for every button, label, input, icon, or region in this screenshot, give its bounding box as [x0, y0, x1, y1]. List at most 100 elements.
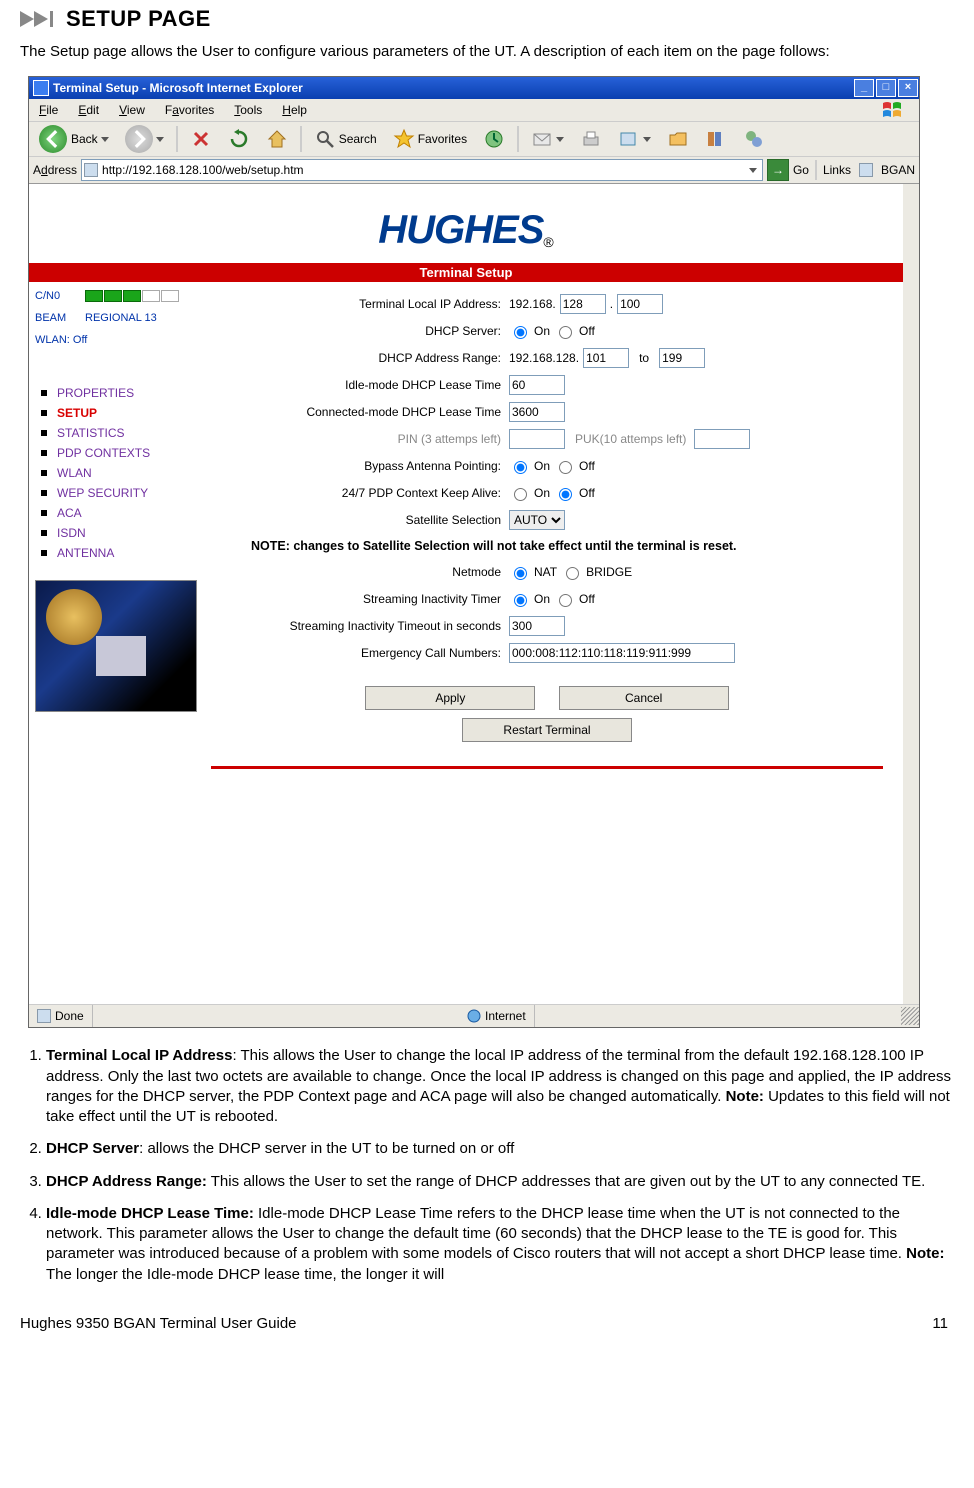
dhcp-label: DHCP Server: — [211, 324, 509, 338]
menu-view[interactable]: View — [109, 103, 155, 117]
forward-button[interactable] — [119, 123, 170, 155]
bridge-radio[interactable] — [566, 567, 579, 580]
maximize-button[interactable]: □ — [876, 79, 896, 97]
stimeout-input[interactable] — [509, 616, 565, 636]
ecn-input[interactable] — [509, 643, 735, 663]
chevron-down-icon — [643, 137, 651, 142]
menu-tools[interactable]: Tools — [224, 103, 272, 117]
footer-title: Hughes 9350 BGAN Terminal User Guide — [20, 1315, 297, 1332]
pin-label: PIN (3 attemps left) — [211, 432, 509, 446]
page-icon — [859, 163, 873, 177]
keep-off-radio[interactable] — [559, 488, 572, 501]
form-area: Terminal Local IP Address: 192.168.. DHC… — [211, 282, 903, 775]
favorites-button[interactable]: Favorites — [387, 126, 473, 152]
back-button[interactable]: Back — [33, 123, 115, 155]
research-button[interactable] — [699, 126, 733, 152]
puk-label: PUK(10 attemps left) — [575, 432, 686, 446]
sat-label: Satellite Selection — [211, 513, 509, 527]
search-button[interactable]: Search — [308, 126, 383, 152]
netmode-label: Netmode — [211, 565, 509, 579]
mail-button[interactable] — [525, 126, 570, 152]
history-button[interactable] — [477, 126, 511, 152]
bypass-on-radio[interactable] — [514, 461, 527, 474]
address-label: Address — [33, 163, 77, 177]
stimeout-label: Streaming Inactivity Timeout in seconds — [211, 619, 509, 633]
go-label: Go — [793, 163, 809, 177]
nat-radio[interactable] — [514, 567, 527, 580]
description-list: Terminal Local IP Address: This allows t… — [20, 1046, 954, 1285]
range-label: DHCP Address Range: — [211, 351, 509, 365]
intro-text: The Setup page allows the User to config… — [20, 42, 954, 62]
messenger-button[interactable] — [737, 126, 771, 152]
menu-help[interactable]: Help — [272, 103, 317, 117]
nav-isdn: ISDN — [41, 526, 205, 540]
ip-oct4-input[interactable] — [617, 294, 663, 314]
stop-button[interactable] — [184, 126, 218, 152]
scroll-down-icon: ▼ — [903, 988, 919, 1004]
nav-wep: WEP SECURITY — [41, 486, 205, 500]
apply-button[interactable]: Apply — [365, 686, 535, 710]
puk-input[interactable] — [694, 429, 750, 449]
beam-value: REGIONAL 13 — [85, 312, 157, 324]
folder-button[interactable] — [661, 126, 695, 152]
dhcp-off-radio[interactable] — [559, 326, 572, 339]
stimer-off-radio[interactable] — [559, 594, 572, 607]
restart-button[interactable]: Restart Terminal — [462, 718, 632, 742]
idle-input[interactable] — [509, 375, 565, 395]
menubar: File Edit View Favorites Tools Help — [29, 99, 919, 122]
cancel-button[interactable]: Cancel — [559, 686, 729, 710]
resize-grip-icon[interactable] — [901, 1007, 919, 1025]
range-to-input[interactable] — [659, 348, 705, 368]
print-button[interactable] — [574, 126, 608, 152]
scrollbar[interactable]: ▲ ▼ — [903, 184, 919, 1004]
window-title: Terminal Setup - Microsoft Internet Expl… — [53, 81, 853, 95]
menu-edit[interactable]: Edit — [68, 103, 109, 117]
satellite-image — [35, 580, 197, 712]
keep-on-radio[interactable] — [514, 488, 527, 501]
nav-pdp: PDP CONTEXTS — [41, 446, 205, 460]
home-button[interactable] — [260, 126, 294, 152]
wlan-status: WLAN: Off — [35, 334, 87, 346]
globe-icon — [467, 1009, 481, 1023]
play-play-icon — [20, 9, 60, 29]
links-bgan[interactable]: BGAN — [881, 163, 915, 177]
chevron-down-icon — [156, 137, 164, 142]
stimer-on-radio[interactable] — [514, 594, 527, 607]
nav-antenna: ANTENNA — [41, 546, 205, 560]
conn-input[interactable] — [509, 402, 565, 422]
range-from-input[interactable] — [583, 348, 629, 368]
windows-flag-icon — [871, 101, 915, 119]
chevron-down-icon — [101, 137, 109, 142]
ip-oct3-input[interactable] — [560, 294, 606, 314]
dhcp-on-radio[interactable] — [514, 326, 527, 339]
refresh-button[interactable] — [222, 126, 256, 152]
nav-list: PROPERTIES SETUP STATISTICS PDP CONTEXTS… — [41, 386, 205, 560]
sat-note: NOTE: changes to Satellite Selection wil… — [251, 539, 883, 553]
bypass-off-radio[interactable] — [559, 461, 572, 474]
page-icon — [84, 163, 98, 177]
page-footer: Hughes 9350 BGAN Terminal User Guide 11 — [20, 1315, 954, 1332]
pin-input[interactable] — [509, 429, 565, 449]
menu-file[interactable]: File — [29, 103, 68, 117]
close-button[interactable]: × — [898, 79, 918, 97]
banner: Terminal Setup — [29, 263, 903, 282]
ie-window: Terminal Setup - Microsoft Internet Expl… — [28, 76, 920, 1028]
page-heading: SETUP PAGE — [66, 6, 211, 32]
page-icon — [37, 1009, 51, 1023]
cn0-label: C/N0 — [35, 290, 85, 302]
minimize-button[interactable]: _ — [854, 79, 874, 97]
menu-favorites[interactable]: Favorites — [155, 103, 224, 117]
list-item: DHCP Server: allows the DHCP server in t… — [46, 1139, 954, 1159]
ip-label: Terminal Local IP Address: — [211, 297, 509, 311]
list-item: DHCP Address Range: This allows the User… — [46, 1172, 954, 1192]
go-button[interactable]: → — [767, 159, 789, 181]
stimer-label: Streaming Inactivity Timer — [211, 592, 509, 606]
status-zone: Internet — [485, 1009, 526, 1023]
edit-button[interactable] — [612, 126, 657, 152]
sat-select[interactable]: AUTO — [509, 510, 565, 530]
idle-label: Idle-mode DHCP Lease Time — [211, 378, 509, 392]
status-done: Done — [55, 1009, 84, 1023]
ie-icon — [33, 80, 49, 96]
keep-label: 24/7 PDP Context Keep Alive: — [211, 486, 509, 500]
url-input[interactable]: http://192.168.128.100/web/setup.htm — [81, 159, 763, 181]
